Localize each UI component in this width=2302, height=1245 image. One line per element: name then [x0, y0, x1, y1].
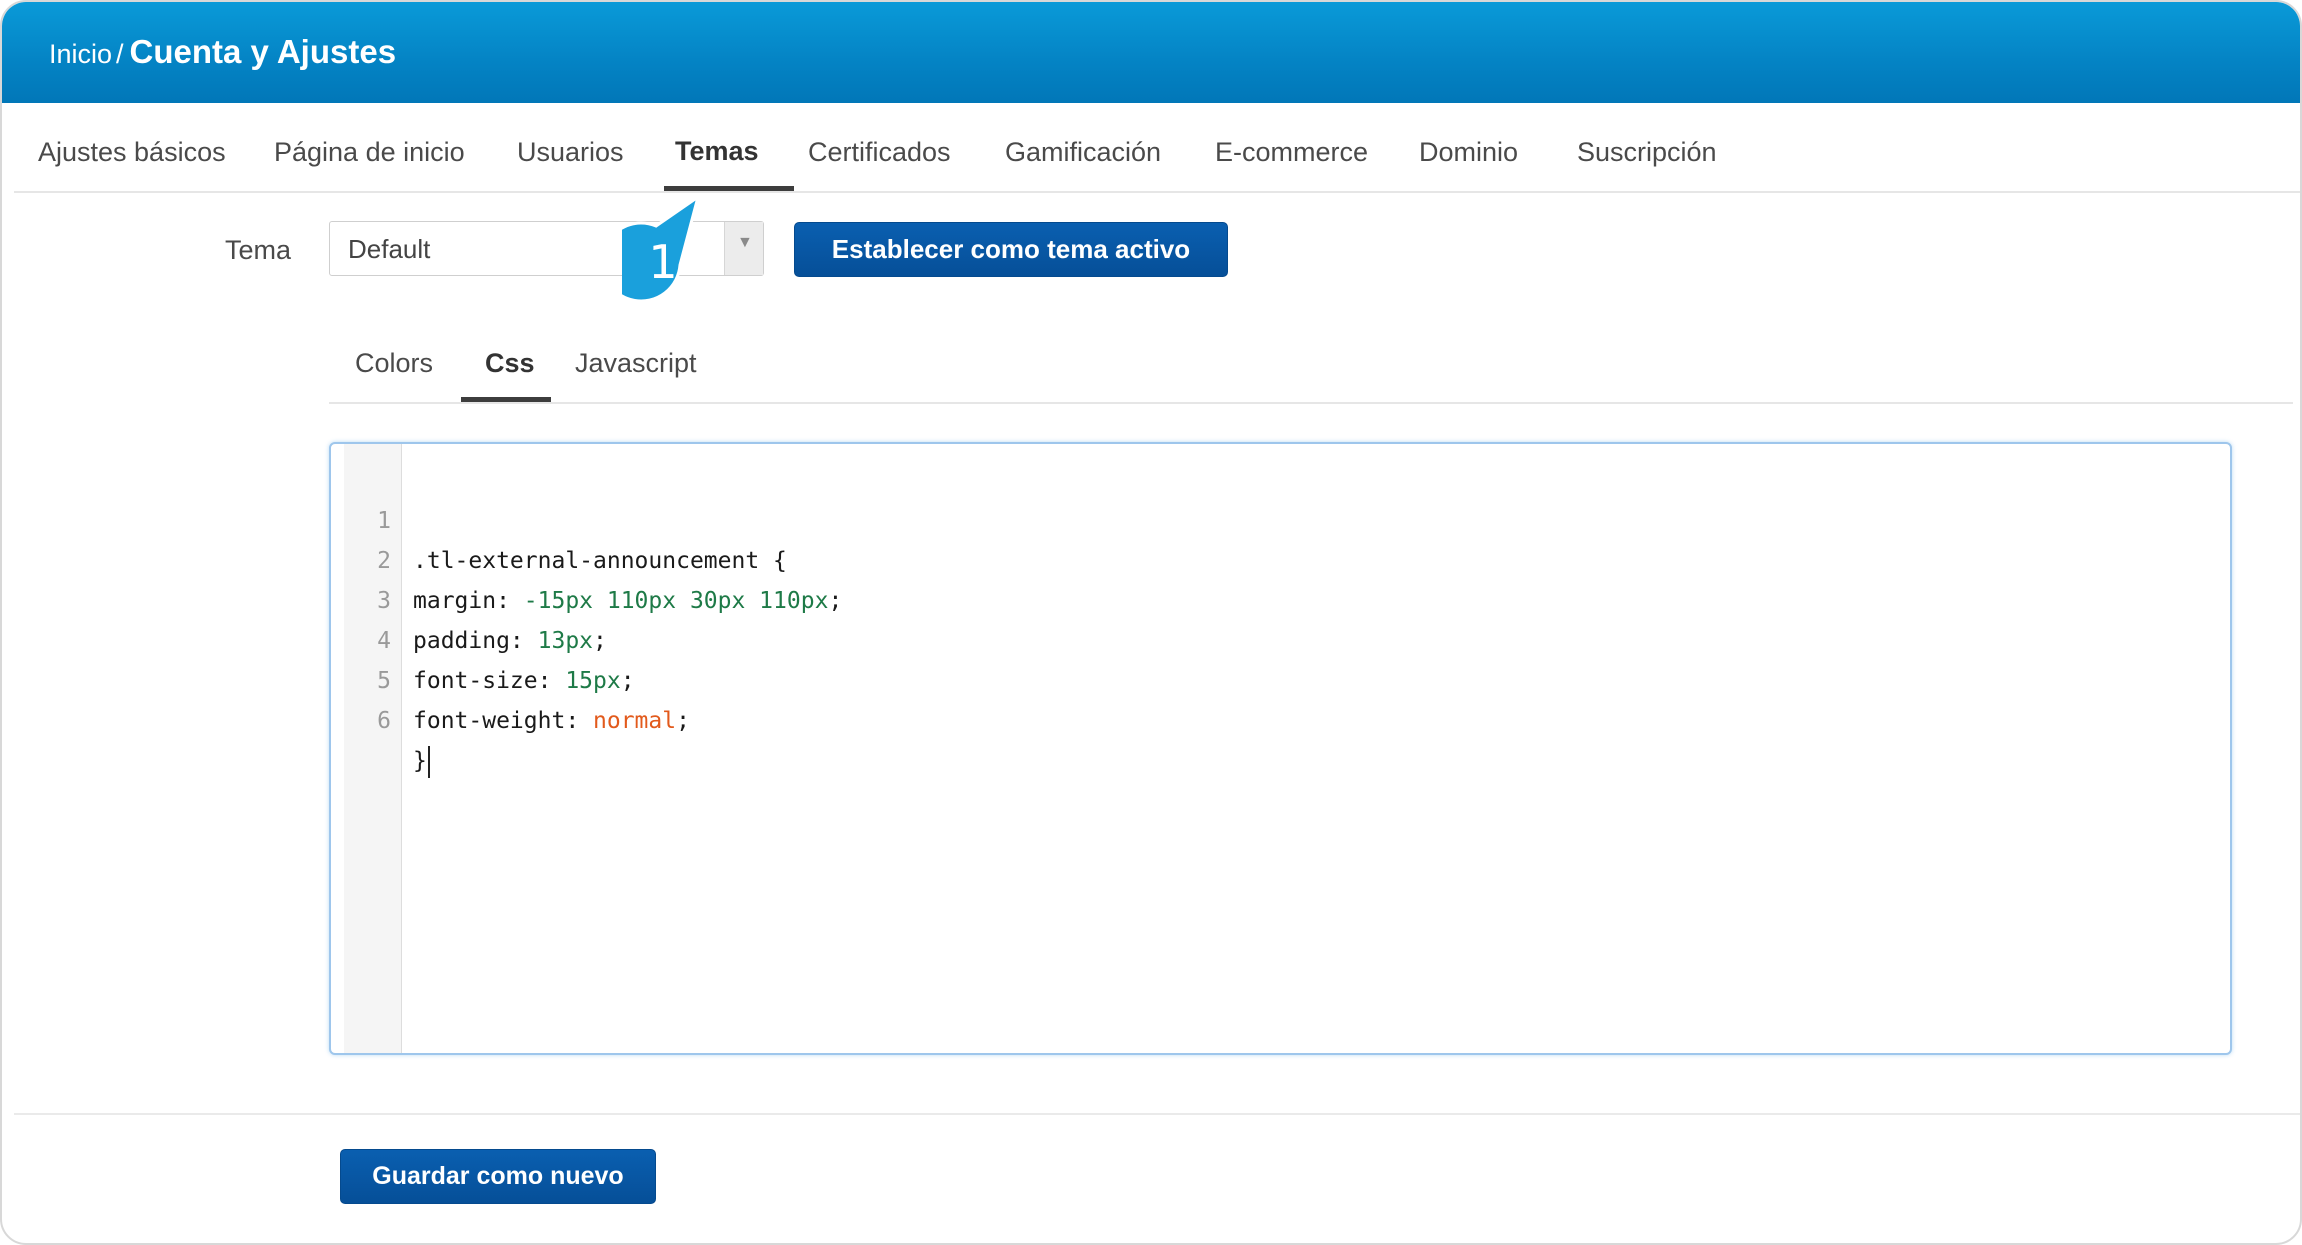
tab-pagina-de-inicio[interactable]: Página de inicio — [274, 103, 465, 191]
set-active-theme-button[interactable]: Establecer como tema activo — [794, 222, 1228, 277]
tab-usuarios[interactable]: Usuarios — [517, 103, 624, 191]
header-bar: Inicio / Cuenta y Ajustes — [2, 2, 2300, 103]
subtab-css[interactable]: Css — [485, 332, 535, 402]
tab-gamificacion[interactable]: Gamificación — [1005, 103, 1161, 191]
code-text: font-size: 15px; — [413, 668, 635, 694]
caret-down-icon: ▼ — [737, 234, 753, 251]
main-tabs: Ajustes básicos Página de inicio Usuario… — [14, 103, 2300, 193]
closing-brace: } — [413, 748, 427, 774]
active-subtab-indicator — [461, 397, 551, 402]
tab-temas[interactable]: Temas — [675, 103, 759, 191]
code-text: margin: -15px 110px 30px 110px; — [413, 588, 843, 614]
code-line: 2 margin: -15px 110px 30px 110px; — [331, 501, 842, 614]
save-as-new-button[interactable]: Guardar como nuevo — [340, 1149, 656, 1204]
breadcrumb: Inicio / Cuenta y Ajustes — [49, 30, 396, 76]
theme-label: Tema — [225, 235, 292, 265]
code-line: 5 font-weight: normal; — [331, 621, 690, 734]
text-caret — [427, 745, 430, 778]
code-text: font-weight: normal; — [413, 708, 690, 734]
app-window: Inicio / Cuenta y Ajustes Ajustes básicos … — [0, 0, 2302, 1245]
theme-select-value: Default — [348, 234, 431, 264]
tab-suscripcion[interactable]: Suscripción — [1577, 103, 1717, 191]
step-callout-number: 1 — [648, 235, 678, 289]
tab-dominio[interactable]: Dominio — [1419, 103, 1518, 191]
subtab-colors[interactable]: Colors — [355, 332, 433, 402]
code-text: } — [413, 741, 430, 781]
footer-divider — [14, 1113, 2300, 1115]
breadcrumb-home-link[interactable]: Inicio — [49, 39, 112, 69]
active-tab-indicator — [664, 186, 794, 191]
code-line: 3 padding: 13px; — [331, 541, 607, 654]
theme-select-toggle[interactable]: ▼ — [724, 222, 763, 275]
page-title: Cuenta y Ajustes — [129, 33, 397, 70]
breadcrumb-separator: / — [116, 39, 124, 69]
line-number: 6 — [377, 708, 391, 734]
code-line: 1 .tl-external-announcement { — [331, 461, 787, 574]
css-sub-tabs: Colors Css Javascript — [329, 332, 2293, 404]
subtab-javascript[interactable]: Javascript — [575, 332, 697, 402]
tab-certificados[interactable]: Certificados — [808, 103, 951, 191]
code-line: 6 } — [331, 661, 430, 778]
code-text: padding: 13px; — [413, 628, 607, 654]
code-text: .tl-external-announcement { — [413, 548, 787, 574]
tab-e-commerce[interactable]: E-commerce — [1215, 103, 1368, 191]
code-line: 4 font-size: 15px; — [331, 581, 634, 694]
css-code-editor[interactable]: 1 .tl-external-announcement { 2 margin: … — [329, 442, 2232, 1055]
tab-ajustes-basicos[interactable]: Ajustes básicos — [38, 103, 226, 191]
